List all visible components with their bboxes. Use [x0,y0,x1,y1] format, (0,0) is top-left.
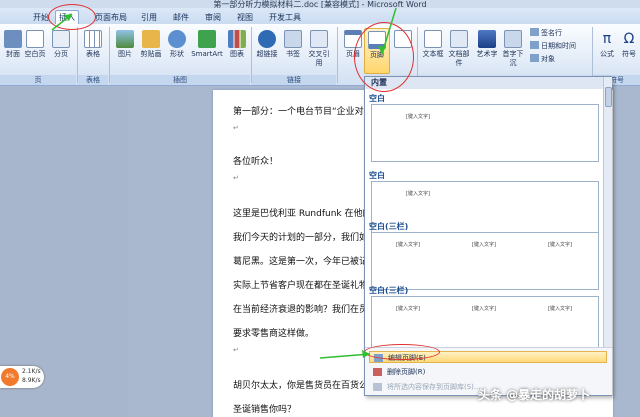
upload-speed: 2.1K/s [22,368,41,375]
annotation-arrow [319,353,371,359]
cpu-percent-badge: 4% [1,368,19,386]
annotation-arrows [51,7,397,359]
watermark: 头条 @暴走的胡萝卜 [478,388,591,402]
annotation-arrowhead [378,46,386,54]
network-speed-widget[interactable]: 4% 2.1K/s 8.9K/s [0,366,44,388]
annotation-arrowhead [362,350,370,358]
download-speed: 8.9K/s [22,377,41,384]
